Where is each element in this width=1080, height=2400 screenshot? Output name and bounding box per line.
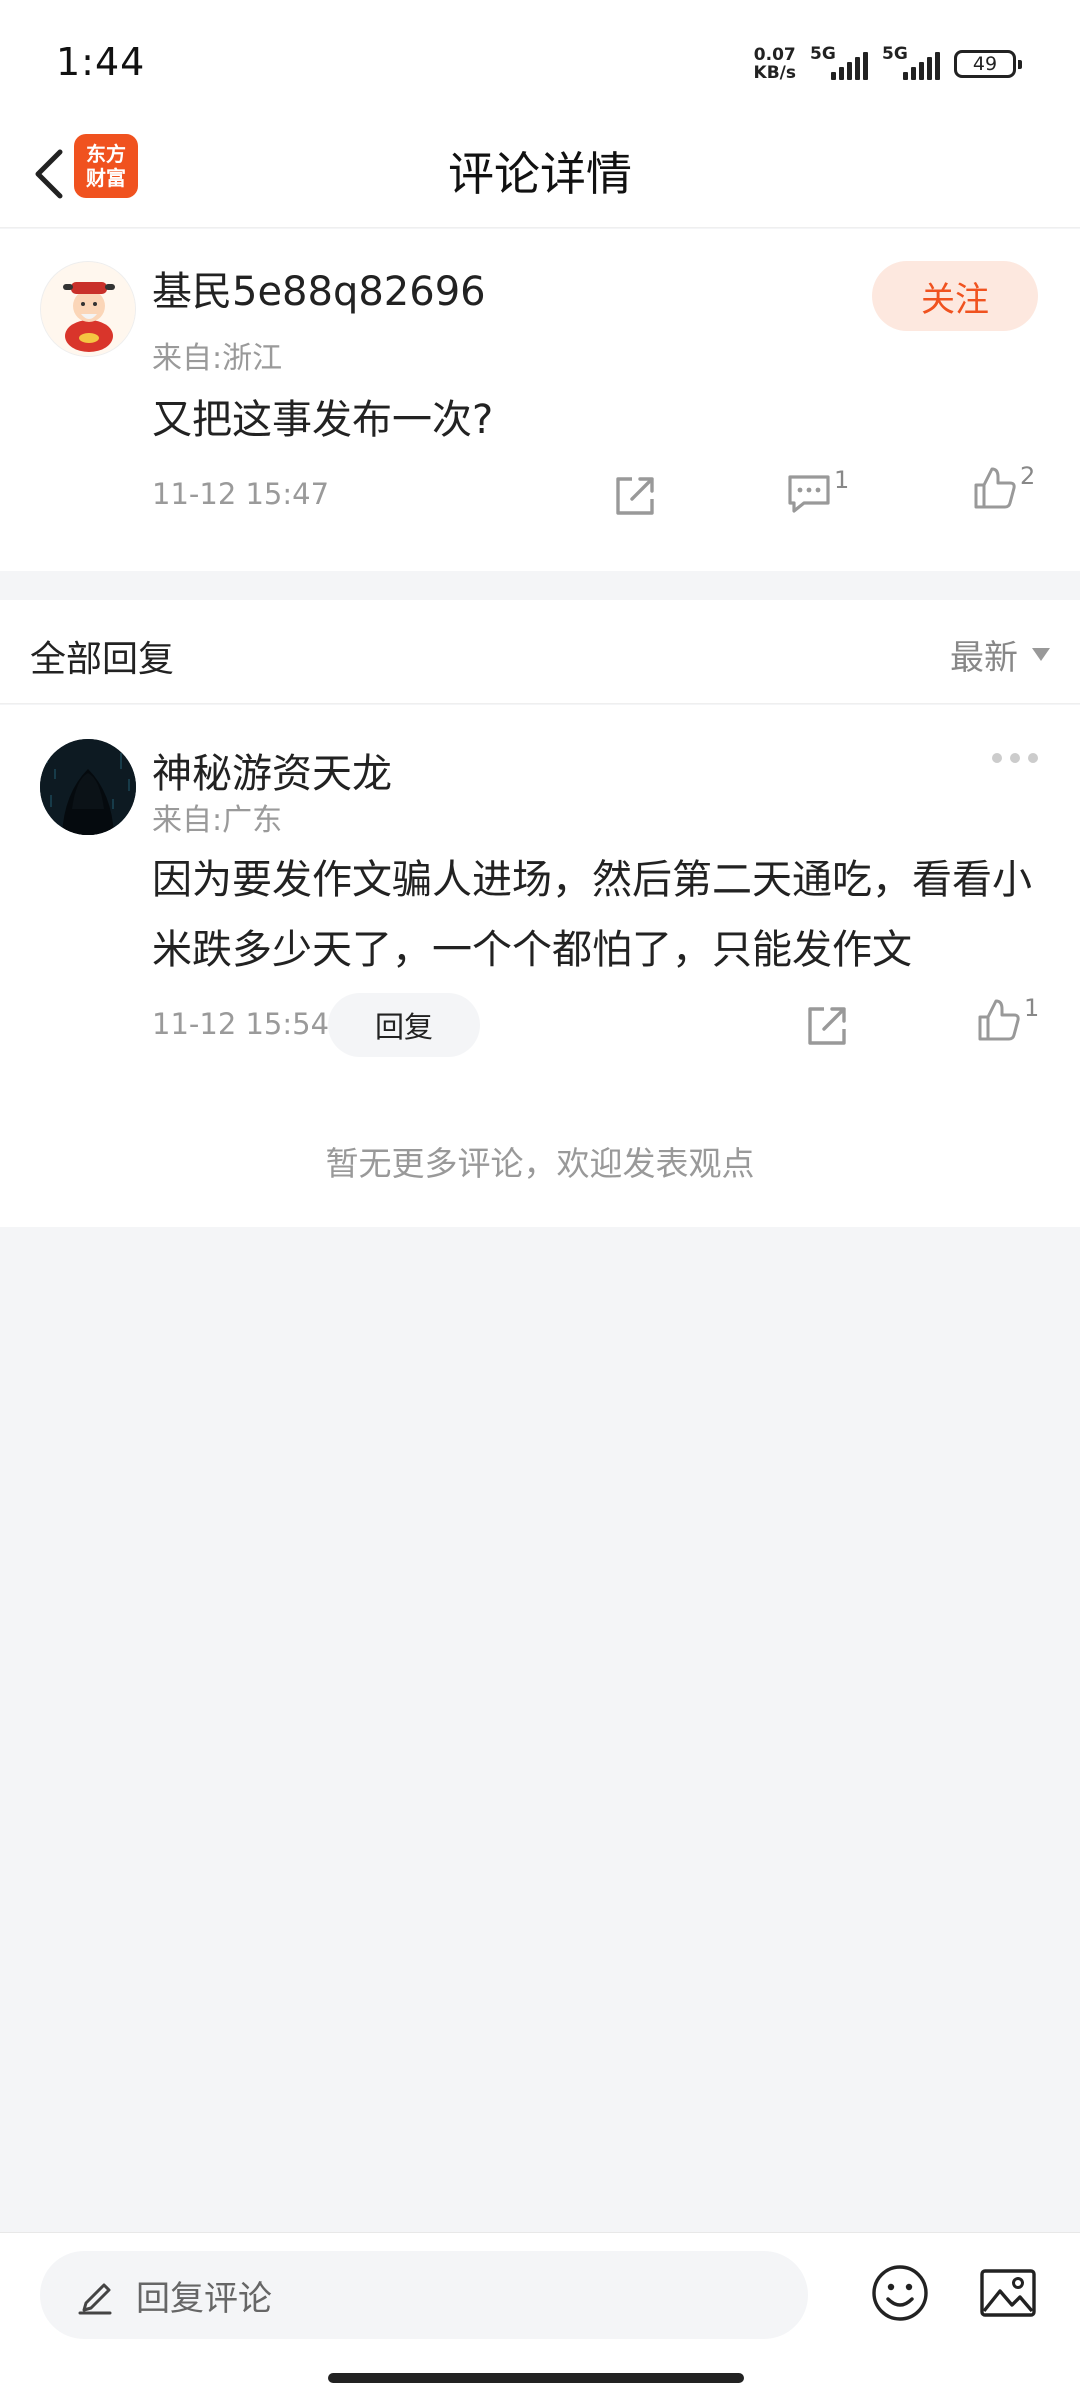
user-avatar-icon [41,262,135,356]
username[interactable]: 基民5e88q82696 [152,259,486,317]
thumbs-up-icon [974,467,1016,509]
dot-icon [1010,753,1020,763]
share-icon [808,1007,846,1045]
status-bar: 1:44 0.07 KB/s 5G 5G 49 [0,0,1080,120]
signal-icon: 5G [810,44,868,82]
network-speed-unit: KB/s [753,63,796,83]
reply-input-placeholder: 回复评论 [136,2278,272,2319]
replies-header: 全部回复 最新 [0,600,1080,704]
avatar[interactable] [40,261,136,357]
network-speed: 0.07 KB/s [754,46,796,82]
reply-input[interactable]: 回复评论 [40,2251,808,2339]
emoji-icon [872,2265,928,2321]
like-button[interactable]: 2 [972,462,1036,511]
page-title: 评论详情 [448,147,632,201]
dot-icon [1028,753,1038,763]
signal-icon-2: 5G [882,44,940,82]
comment-text: 因为要发作文骗人进场，然后第二天通吃，看看小米跌多少天了，一个个都怕了，只能发作… [152,857,1032,973]
follow-button[interactable]: 关注 [872,261,1038,331]
comment-icon [788,475,830,513]
dropdown-triangle-icon [1032,648,1050,661]
header: 东方 财富 评论详情 [0,120,1080,228]
network-speed-value: 0.07 [753,45,796,65]
hooded-figure-avatar-icon [40,739,136,835]
reply-button[interactable]: 回复 [328,993,480,1057]
status-indicators: 0.07 KB/s 5G 5G 49 [754,44,1022,82]
share-button[interactable] [612,473,658,519]
avatar[interactable] [40,739,136,835]
sort-label: 最新 [950,638,1018,678]
thumbs-up-icon [978,999,1020,1041]
like-button[interactable]: 1 [976,994,1040,1043]
replies-list: 神秘游资天龙 来自:广东 因为要发作文骗人进场，然后第二天通吃，看看小米跌多少天… [0,705,1080,1227]
like-count: 2 [1020,462,1036,490]
location-label: 来自:浙江 [152,341,283,376]
dot-icon [992,753,1002,763]
share-icon [616,477,654,515]
location-label: 来自:广东 [152,803,283,838]
image-button[interactable] [978,2263,1038,2327]
battery-icon: 49 [954,50,1022,78]
home-indicator[interactable] [328,2373,744,2383]
bottom-bar: 回复评论 [0,2232,1080,2400]
replies-title: 全部回复 [30,639,175,680]
comment-text: 又把这事发布一次? [152,397,494,443]
no-more-comments-text: 暂无更多评论，欢迎发表观点 [325,1144,755,1183]
reply-count: 1 [834,466,850,494]
emoji-button[interactable] [870,2263,930,2327]
battery-level: 49 [972,53,998,75]
share-button[interactable] [804,1003,850,1049]
image-icon [980,2269,1036,2317]
comment-button[interactable]: 1 [786,466,850,515]
timestamp: 11-12 15:54 [152,1007,330,1041]
status-time: 1:44 [56,40,146,84]
timestamp: 11-12 15:47 [152,477,330,511]
like-count: 1 [1024,994,1040,1022]
sort-toggle[interactable]: 最新 [950,630,1050,679]
main-comment: 基民5e88q82696 来自:浙江 关注 又把这事发布一次? 11-12 15… [0,229,1080,571]
username[interactable]: 神秘游资天龙 [152,741,392,799]
pencil-icon [78,2283,112,2315]
more-options-button[interactable] [992,753,1038,763]
